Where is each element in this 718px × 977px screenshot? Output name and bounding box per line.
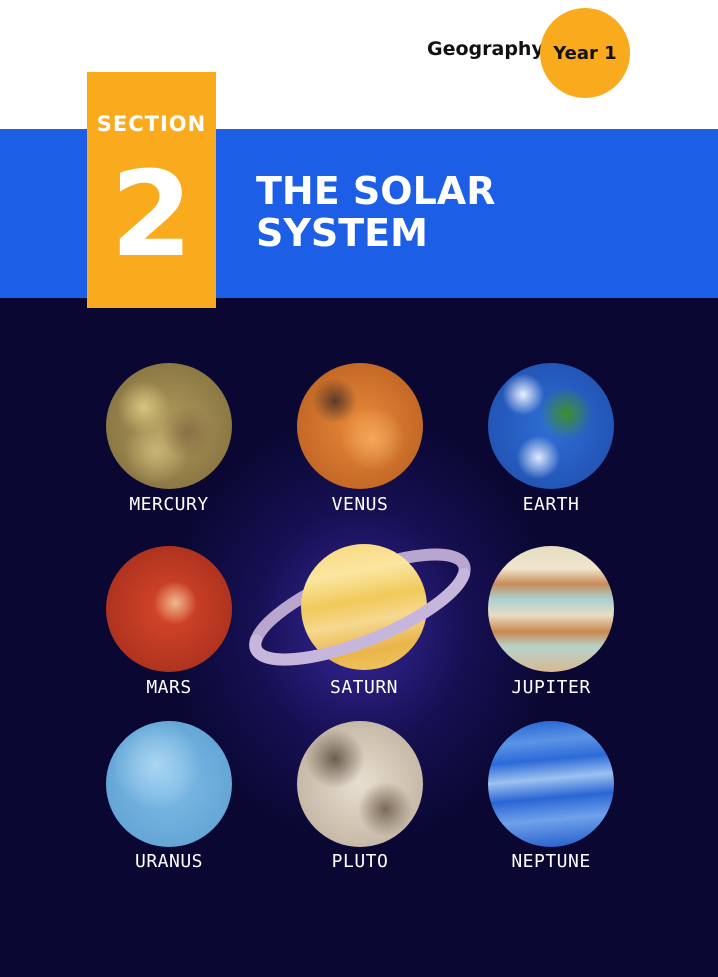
- planet-label-jupiter: JUPITER: [511, 677, 591, 698]
- planet-label-mars: MARS: [146, 677, 192, 698]
- section-title: THE SOLAR SYSTEM: [256, 169, 496, 255]
- jupiter-planet-image: [488, 546, 614, 672]
- mercury-planet-image: [106, 363, 232, 489]
- year-badge: Year 1: [540, 8, 630, 98]
- earth-planet-image: [488, 363, 614, 489]
- planet-label-mercury: MERCURY: [129, 494, 209, 515]
- subject-label: Geography: [427, 38, 544, 60]
- planet-label-saturn: SATURN: [329, 677, 399, 698]
- planet-label-venus: VENUS: [331, 494, 389, 515]
- section-label: SECTION: [96, 112, 207, 136]
- section-tab: SECTION 2: [87, 72, 216, 308]
- planet-label-neptune: NEPTUNE: [511, 851, 591, 872]
- planets-illustration: MERCURY VENUS EARTH MARS SATURN JUPITER …: [0, 298, 718, 977]
- uranus-planet-image: [106, 721, 232, 847]
- planet-label-earth: EARTH: [522, 494, 580, 515]
- mars-planet-image: [106, 546, 232, 672]
- pluto-planet-image: [297, 721, 423, 847]
- planet-label-uranus: URANUS: [134, 851, 204, 872]
- planet-label-pluto: PLUTO: [331, 851, 389, 872]
- neptune-planet-image: [488, 721, 614, 847]
- saturn-ring-front: [249, 568, 470, 666]
- section-number: 2: [110, 145, 193, 283]
- venus-planet-image: [297, 363, 423, 489]
